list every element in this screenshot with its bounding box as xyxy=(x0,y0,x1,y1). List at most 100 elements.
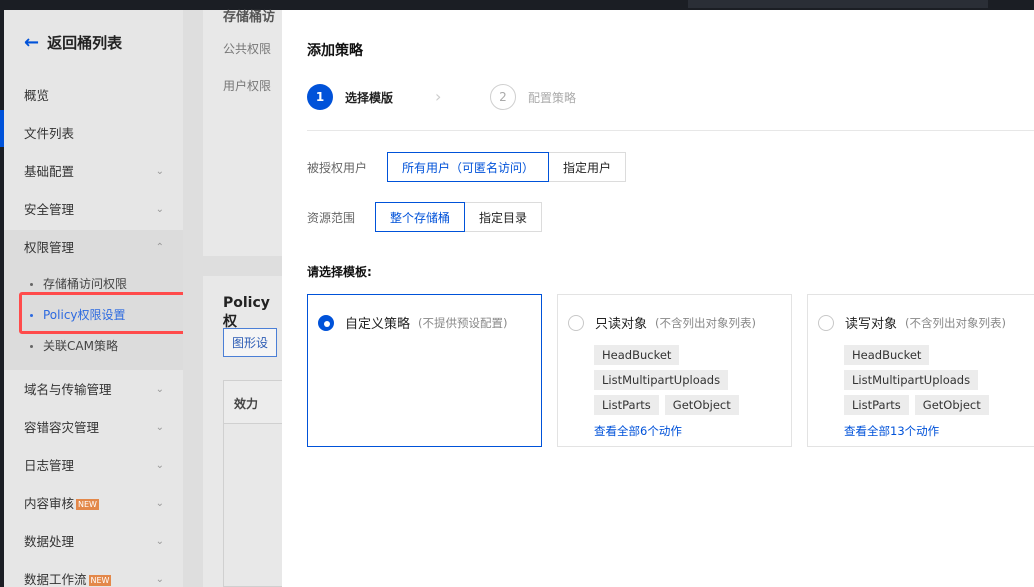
template-note: (不含列出对象列表) xyxy=(905,315,1006,330)
chevron-down-icon: ⌄ xyxy=(155,384,164,395)
template-header: 只读对象 (不含列出对象列表) xyxy=(568,313,756,332)
sidebar-item-data-workflow[interactable]: 数据工作流 NEW ⌄ xyxy=(24,570,174,587)
see-all-actions-link[interactable]: 查看全部6个动作 xyxy=(594,423,682,439)
sidebar-item-label: 基础配置 xyxy=(24,164,75,179)
effect-column-header: 效力 xyxy=(234,397,259,411)
option-specified-directory[interactable]: 指定目录 xyxy=(465,202,543,232)
sidebar-subitem-bucket-access[interactable]: 存储桶访问权限 xyxy=(30,274,127,294)
chevron-down-icon: ⌄ xyxy=(155,536,164,547)
sidebar-item-file-list[interactable]: 文件列表 xyxy=(24,124,174,144)
chevron-down-icon: ⌄ xyxy=(155,166,164,177)
step-1: 1 选择模版 xyxy=(307,83,393,111)
active-indicator xyxy=(0,110,4,147)
template-section-title: 请选择模板: xyxy=(307,265,372,279)
sidebar-item-logs[interactable]: 日志管理 ⌄ xyxy=(24,456,174,476)
step-2-number: 2 xyxy=(490,84,516,110)
chevron-up-icon: ⌃ xyxy=(155,242,164,253)
top-bar-segment xyxy=(688,0,988,8)
resource-scope-row: 资源范围 整个存储桶 指定目录 xyxy=(307,202,543,232)
action-tags: HeadBucket ListMultipartUploads ListPart… xyxy=(594,345,794,420)
sidebar-item-security[interactable]: 安全管理 ⌄ xyxy=(24,200,174,220)
action-tag: GetObject xyxy=(664,395,739,415)
action-tag: GetObject xyxy=(914,395,989,415)
sidebar-item-label: 日志管理 xyxy=(24,458,75,473)
template-name: 自定义策略 xyxy=(345,317,411,332)
public-perm-label: 公共权限 xyxy=(223,42,272,56)
top-bar xyxy=(0,0,1034,10)
chevron-down-icon: ⌄ xyxy=(155,498,164,509)
sidebar-subitem-label: 关联CAM策略 xyxy=(43,339,118,353)
graph-settings-button[interactable]: 图形设 xyxy=(223,328,278,357)
sidebar-item-label: 文件列表 xyxy=(24,126,75,141)
section-title-partial: 存储桶访 xyxy=(223,10,276,25)
new-badge: NEW xyxy=(76,499,99,510)
chevron-down-icon: ⌄ xyxy=(155,574,164,585)
action-tags: HeadBucket ListMultipartUploads ListPart… xyxy=(844,345,1034,420)
sidebar-item-overview[interactable]: 概览 xyxy=(24,86,174,106)
action-tag: ListMultipartUploads xyxy=(844,370,979,390)
sidebar-item-label: 容错容灾管理 xyxy=(24,420,100,435)
template-note: (不含列出对象列表) xyxy=(655,315,756,330)
template-note: (不提供预设配置) xyxy=(418,315,508,330)
authorized-user-selector: 所有用户（可匿名访问） 指定用户 xyxy=(387,152,627,182)
new-badge: NEW xyxy=(88,575,112,586)
user-perm-label: 用户权限 xyxy=(223,79,272,93)
back-label: 返回桶列表 xyxy=(47,34,123,52)
step-divider xyxy=(307,130,1034,131)
radio-icon[interactable] xyxy=(568,314,584,331)
add-policy-drawer: 添加策略 1 选择模版 › 2 配置策略 被授权用户 所有用户（可匿名访问） 指… xyxy=(282,10,1034,587)
main-content-background: 存储桶访 公共权限 用户权限 Policy权 图形设 效力 xyxy=(183,10,283,587)
bullet-icon xyxy=(30,345,33,348)
sidebar-item-label: 内容审核 xyxy=(24,496,75,511)
bullet-icon xyxy=(30,283,33,286)
step-2-label: 配置策略 xyxy=(528,90,577,105)
stepper: 1 选择模版 › 2 配置策略 xyxy=(307,83,707,111)
sidebar-item-label: 安全管理 xyxy=(24,202,75,217)
action-tag: HeadBucket xyxy=(844,345,930,365)
policy-title-partial: Policy权 xyxy=(223,295,270,330)
option-all-users[interactable]: 所有用户（可匿名访问） xyxy=(387,152,550,182)
highlight-annotation xyxy=(19,292,198,334)
step-1-number: 1 xyxy=(307,84,333,110)
template-header: 读写对象 (不含列出对象列表) xyxy=(818,313,1006,332)
step-1-label: 选择模版 xyxy=(345,90,394,105)
template-read-write[interactable]: 读写对象 (不含列出对象列表) HeadBucket ListMultipart… xyxy=(807,294,1034,447)
sidebar-item-label: 数据工作流 xyxy=(24,572,87,587)
option-specified-user[interactable]: 指定用户 xyxy=(549,152,627,182)
authorized-user-row: 被授权用户 所有用户（可匿名访问） 指定用户 xyxy=(307,152,627,182)
sidebar-item-label: 概览 xyxy=(24,88,50,103)
sidebar-item-permissions[interactable]: 权限管理 ⌃ xyxy=(24,238,174,258)
sidebar-subitem-cam[interactable]: 关联CAM策略 xyxy=(30,336,118,356)
see-all-actions-link[interactable]: 查看全部13个动作 xyxy=(844,423,939,439)
policy-table-body xyxy=(223,424,283,587)
action-tag: HeadBucket xyxy=(594,345,680,365)
authorized-user-label: 被授权用户 xyxy=(307,160,368,175)
chevron-down-icon: ⌄ xyxy=(155,460,164,471)
sidebar-item-fault-tolerance[interactable]: 容错容灾管理 ⌄ xyxy=(24,418,174,438)
sidebar-item-label: 权限管理 xyxy=(24,240,75,255)
resource-scope-selector: 整个存储桶 指定目录 xyxy=(375,202,543,232)
back-to-bucket-list[interactable]: ← 返回桶列表 xyxy=(24,32,122,53)
template-header: 自定义策略 (不提供预设配置) xyxy=(318,313,508,332)
radio-selected-icon[interactable] xyxy=(318,314,334,331)
sidebar-item-data-processing[interactable]: 数据处理 ⌄ xyxy=(24,532,174,552)
action-tag: ListParts xyxy=(594,395,659,415)
back-arrow-icon: ← xyxy=(24,31,40,53)
template-read-only[interactable]: 只读对象 (不含列出对象列表) HeadBucket ListMultipart… xyxy=(557,294,792,447)
drawer-title: 添加策略 xyxy=(307,43,363,59)
chevron-down-icon: ⌄ xyxy=(155,204,164,215)
sidebar-item-basic-config[interactable]: 基础配置 ⌄ xyxy=(24,162,174,182)
step-2: 2 配置策略 xyxy=(490,83,576,111)
chevron-down-icon: ⌄ xyxy=(155,422,164,433)
action-tag: ListParts xyxy=(844,395,909,415)
sidebar-item-label: 域名与传输管理 xyxy=(24,382,112,397)
sidebar-item-domain-transfer[interactable]: 域名与传输管理 ⌄ xyxy=(24,380,174,400)
sidebar-item-label: 数据处理 xyxy=(24,534,75,549)
sidebar-subitem-label: 存储桶访问权限 xyxy=(43,277,128,291)
radio-icon[interactable] xyxy=(818,314,834,331)
option-whole-bucket[interactable]: 整个存储桶 xyxy=(375,202,466,232)
resource-scope-label: 资源范围 xyxy=(307,210,356,225)
action-tag: ListMultipartUploads xyxy=(594,370,729,390)
template-custom-policy[interactable]: 自定义策略 (不提供预设配置) xyxy=(307,294,542,447)
sidebar-item-content-review[interactable]: 内容审核 NEW ⌄ xyxy=(24,494,174,514)
